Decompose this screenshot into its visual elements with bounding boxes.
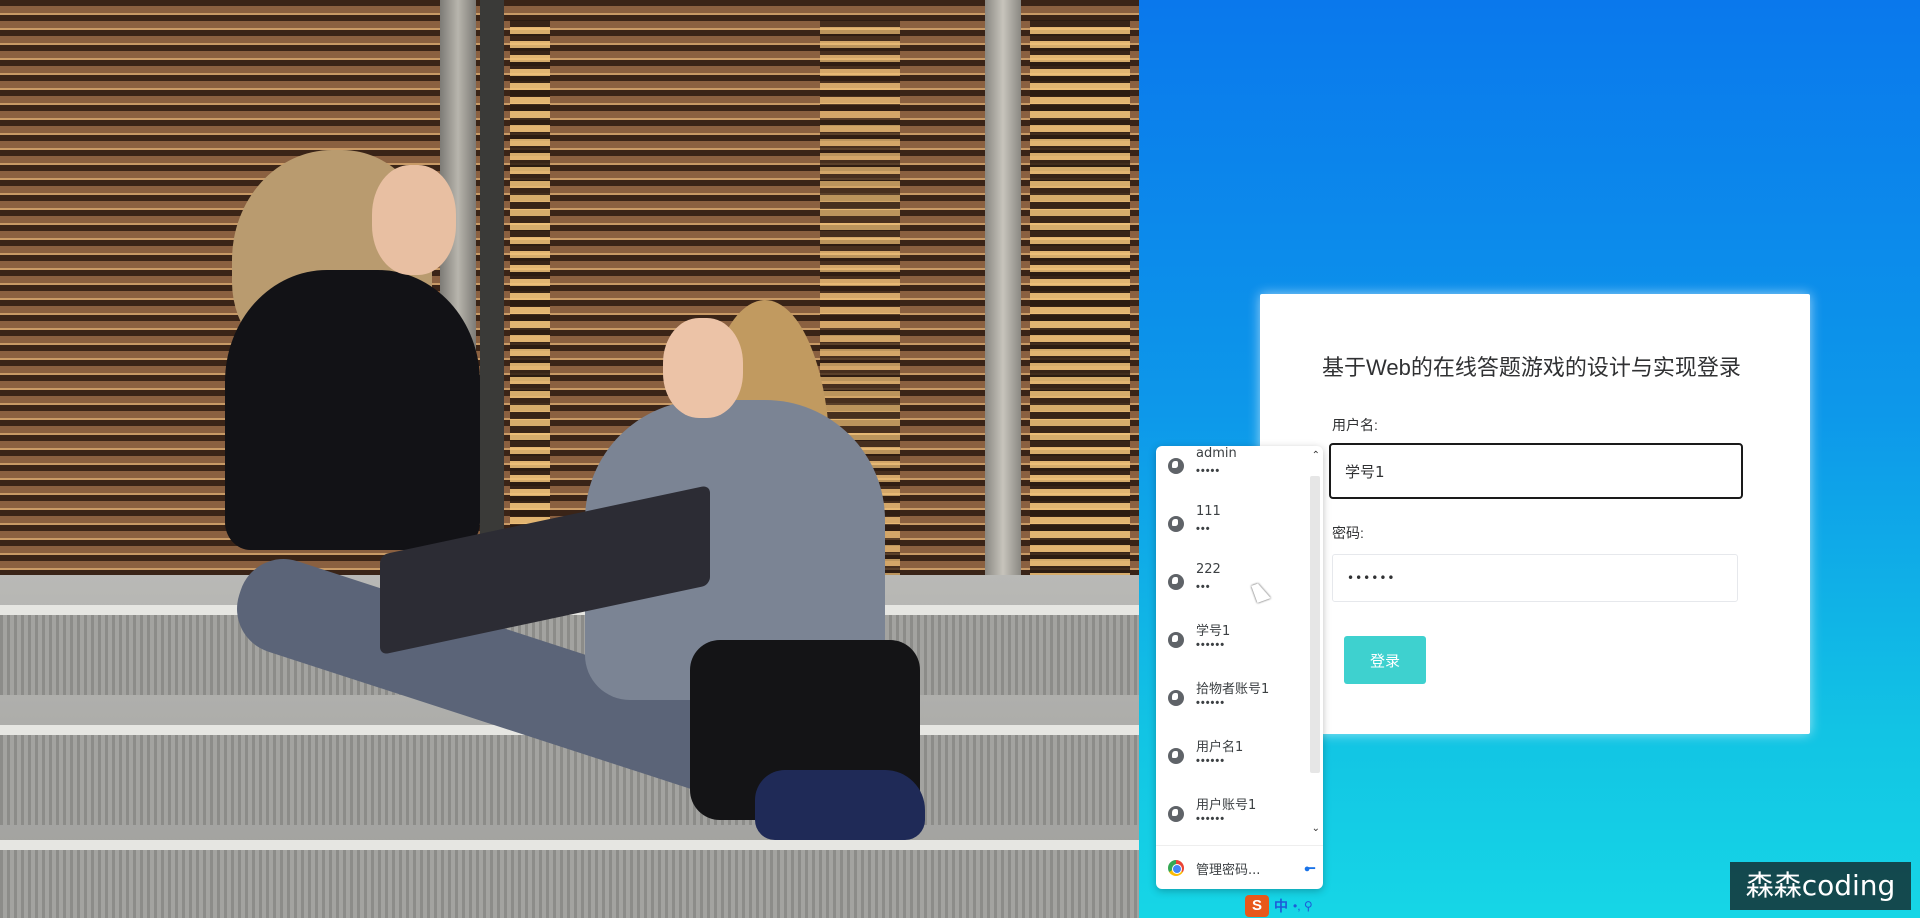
autofill-password: ••• [1196, 523, 1211, 535]
autofill-username: admin [1196, 446, 1237, 461]
password-autofill-dropdown: admin ••••• 111 ••• 222 ••• 学号1 •••••• 拾… [1156, 446, 1323, 889]
autofill-username: 拾物者账号1 [1196, 682, 1270, 697]
ime-symbols[interactable]: •, ⚲ [1293, 899, 1313, 913]
globe-icon [1168, 458, 1184, 474]
scrollbar[interactable] [1310, 476, 1320, 773]
autofill-item[interactable]: 学号1 •••••• [1156, 612, 1306, 670]
sneaker [755, 770, 925, 840]
manage-passwords-row[interactable]: 管理密码... ●━ [1156, 845, 1323, 889]
autofill-item[interactable]: 用户名1 •••••• [1156, 728, 1306, 786]
globe-icon [1168, 690, 1184, 706]
autofill-username: 111 [1196, 504, 1221, 519]
autofill-password: •••••• [1196, 639, 1226, 651]
autofill-password: •••••• [1196, 697, 1226, 709]
autofill-password: •••••• [1196, 755, 1226, 767]
window-light [510, 20, 550, 580]
autofill-username: 用户名1 [1196, 740, 1244, 755]
scroll-down-icon[interactable]: ⌄ [1312, 823, 1320, 834]
key-icon: ●━ [1303, 863, 1315, 875]
autofill-item[interactable]: 111 ••• [1156, 496, 1306, 554]
autofill-item[interactable]: 拾物者账号1 •••••• [1156, 670, 1306, 728]
globe-icon [1168, 516, 1184, 532]
autofill-password: ••••• [1196, 465, 1221, 477]
login-button[interactable]: 登录 [1344, 636, 1426, 684]
person-body [225, 270, 480, 550]
person-face [663, 318, 743, 418]
login-card: 基于Web的在线答题游戏的设计与实现登录 用户名: 学号1 密码: ••••••… [1260, 294, 1810, 734]
background-photo [0, 0, 1139, 918]
autofill-password: ••• [1196, 581, 1211, 593]
autofill-username: 222 [1196, 562, 1221, 577]
globe-icon [1168, 748, 1184, 764]
sogou-logo-icon[interactable]: S [1245, 894, 1269, 917]
password-input[interactable]: •••••• [1332, 554, 1738, 602]
ime-toolbar: S 中 •, ⚲ [1245, 893, 1313, 918]
wooden-slats [0, 0, 1139, 580]
pillar [985, 0, 1021, 580]
step-edge [0, 840, 1139, 850]
autofill-item[interactable]: 222 ••• [1156, 554, 1306, 612]
username-label: 用户名: [1332, 417, 1378, 433]
step-face [0, 850, 1139, 918]
autofill-list: admin ••••• 111 ••• 222 ••• 学号1 •••••• 拾… [1156, 446, 1306, 844]
username-input[interactable]: 学号1 [1329, 443, 1743, 499]
autofill-password: •••••• [1196, 813, 1226, 825]
globe-icon [1168, 806, 1184, 822]
scroll-up-icon[interactable]: ⌃ [1312, 450, 1320, 461]
autofill-username: 学号1 [1196, 624, 1231, 639]
autofill-item[interactable]: 用户账号1 •••••• [1156, 786, 1306, 844]
pillar [480, 0, 504, 580]
watermark: 森森coding [1730, 862, 1911, 910]
autofill-item[interactable]: admin ••••• [1156, 446, 1306, 496]
login-title: 基于Web的在线答题游戏的设计与实现登录 [1322, 355, 1741, 380]
person-face [372, 165, 456, 275]
globe-icon [1168, 574, 1184, 590]
ime-language[interactable]: 中 [1274, 896, 1288, 916]
manage-passwords-label: 管理密码... [1196, 863, 1261, 878]
chrome-icon [1168, 860, 1184, 876]
autofill-username: 用户账号1 [1196, 798, 1257, 813]
password-label: 密码: [1332, 525, 1364, 541]
globe-icon [1168, 632, 1184, 648]
window-light [1030, 20, 1130, 580]
